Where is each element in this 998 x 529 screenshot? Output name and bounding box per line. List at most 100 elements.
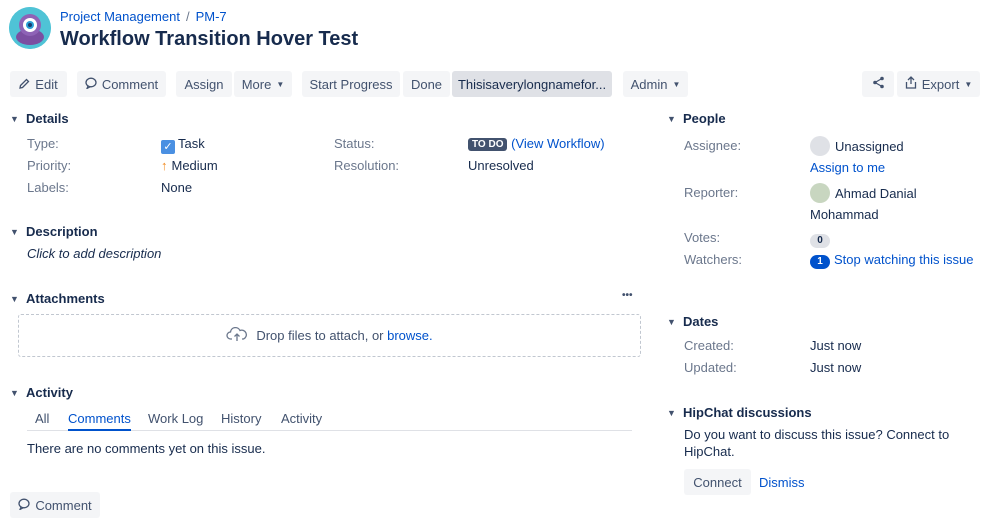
comment-button-label: Comment [101,76,159,92]
task-type-icon: ✓ [161,140,175,154]
admin-dropdown-button[interactable]: Admin ▼ [623,71,688,97]
labels-value[interactable]: None [161,180,192,195]
chevron-down-icon: ▼ [10,113,19,124]
status-value: TO DO (View Workflow) [468,136,605,151]
edit-button[interactable]: Edit [10,71,67,97]
pencil-icon [19,77,30,92]
start-progress-button[interactable]: Start Progress [302,71,400,97]
tab-work-log[interactable]: Work Log [148,411,203,426]
share-icon [872,76,885,92]
tab-comments[interactable]: Comments [68,411,131,426]
type-value-text: Task [178,136,205,151]
tab-all[interactable]: All [35,411,49,426]
add-comment-label: Comment [35,497,92,513]
connect-label: Connect [693,474,742,490]
type-label: Type: [27,136,59,151]
chevron-down-icon: ▼ [667,407,676,418]
priority-value[interactable]: ↑ Medium [161,158,218,173]
reporter-label: Reporter: [684,185,739,200]
comment-icon [18,498,30,513]
resolution-value: Unresolved [468,158,534,173]
priority-value-text: Medium [171,158,218,173]
type-value: ✓ Task [161,136,205,154]
votes-count-badge: 0 [810,234,830,248]
status-label: Status: [334,136,375,151]
add-comment-button[interactable]: Comment [10,492,100,518]
hipchat-connect-button[interactable]: Connect [684,469,751,495]
assign-button-label: Assign [184,76,224,92]
admin-button-label: Admin [630,76,668,92]
chevron-down-icon: ▼ [964,79,973,89]
edit-button-label: Edit [35,76,58,92]
hipchat-text-line2: HipChat. [684,444,735,459]
browse-link[interactable]: browse. [387,328,433,343]
chevron-down-icon: ▼ [667,113,676,124]
resolution-label: Resolution: [334,158,400,173]
page-title: Workflow Transition Hover Test [60,28,359,50]
comment-button[interactable]: Comment [77,71,166,97]
status-badge: TO DO [468,138,508,151]
priority-label: Priority: [27,158,72,173]
breadcrumb-separator: / [185,9,190,24]
people-section-toggle[interactable]: ▼ People [667,111,726,126]
details-section-toggle[interactable]: ▼ Details [10,111,69,126]
attachments-section-toggle[interactable]: ▼ Attachments [10,291,105,306]
breadcrumb-issue-link[interactable]: PM-7 [196,9,227,24]
created-value: Just now [810,338,862,353]
share-button[interactable] [862,71,894,97]
created-label: Created: [684,338,734,353]
done-label: Done [410,76,443,92]
activity-section-toggle[interactable]: ▼ Activity [10,385,73,400]
reporter-name-line2: Mohammad [810,207,879,222]
arrow-up-icon: ↑ [161,158,168,173]
long-transition-button[interactable]: Thisisaverylongnamefor... [452,71,612,97]
watchers-label: Watchers: [684,252,743,267]
attachments-heading: Attachments [26,291,105,306]
chevron-down-icon: ▼ [667,316,676,327]
chevron-down-icon: ▼ [276,79,285,89]
tab-history[interactable]: History [221,411,261,426]
description-placeholder[interactable]: Click to add description [27,246,161,261]
tab-activity[interactable]: Activity [281,411,322,426]
assignee-name: Unassigned [835,139,904,154]
chevron-down-icon: ▼ [10,293,19,304]
description-heading: Description [26,224,98,239]
reporter-value[interactable]: Ahmad Danial [810,183,917,203]
assign-button[interactable]: Assign [176,71,232,97]
issue-toolbar: Edit Comment Assign More ▼ Start Progres… [0,71,998,97]
assign-to-me-link[interactable]: Assign to me [810,160,885,175]
watchers-value: 1 Stop watching this issue [810,252,973,269]
stop-watching-link[interactable]: Stop watching this issue [834,252,973,267]
description-section-toggle[interactable]: ▼ Description [10,224,98,239]
long-transition-label: Thisisaverylongnamefor... [457,76,607,92]
unassigned-avatar-icon [810,136,830,156]
attachment-dropzone[interactable]: Drop files to attach, or browse. [18,314,641,357]
dates-section-toggle[interactable]: ▼ Dates [667,314,718,329]
hipchat-section-toggle[interactable]: ▼ HipChat discussions [667,405,812,420]
dropzone-text: Drop files to attach, or [256,328,388,343]
activity-heading: Activity [26,385,73,400]
cloud-upload-icon [226,326,248,345]
export-dropdown-button[interactable]: Export ▼ [897,71,980,97]
chevron-down-icon: ▼ [672,79,681,89]
no-comments-message: There are no comments yet on this issue. [27,441,266,456]
export-button-label: Export [921,76,960,92]
project-avatar[interactable] [9,7,51,49]
more-button-label: More [241,76,272,92]
votes-value[interactable]: 0 [810,231,834,248]
people-heading: People [683,111,726,126]
comment-icon [85,77,97,92]
hipchat-text-line1: Do you want to discuss this issue? Conne… [684,427,950,442]
chevron-down-icon: ▼ [10,387,19,398]
done-button[interactable]: Done [403,71,450,97]
more-dropdown-button[interactable]: More ▼ [234,71,292,97]
active-tab-indicator [68,429,131,431]
view-workflow-link[interactable]: (View Workflow) [511,136,604,151]
breadcrumb: Project Management / PM-7 [60,9,227,24]
hipchat-dismiss-link[interactable]: Dismiss [759,475,805,490]
watchers-count-badge[interactable]: 1 [810,255,830,269]
breadcrumb-project-link[interactable]: Project Management [60,9,180,24]
assignee-value: Unassigned [810,136,904,156]
attachments-more-icon[interactable]: ••• [622,290,633,301]
reporter-avatar [810,183,830,203]
